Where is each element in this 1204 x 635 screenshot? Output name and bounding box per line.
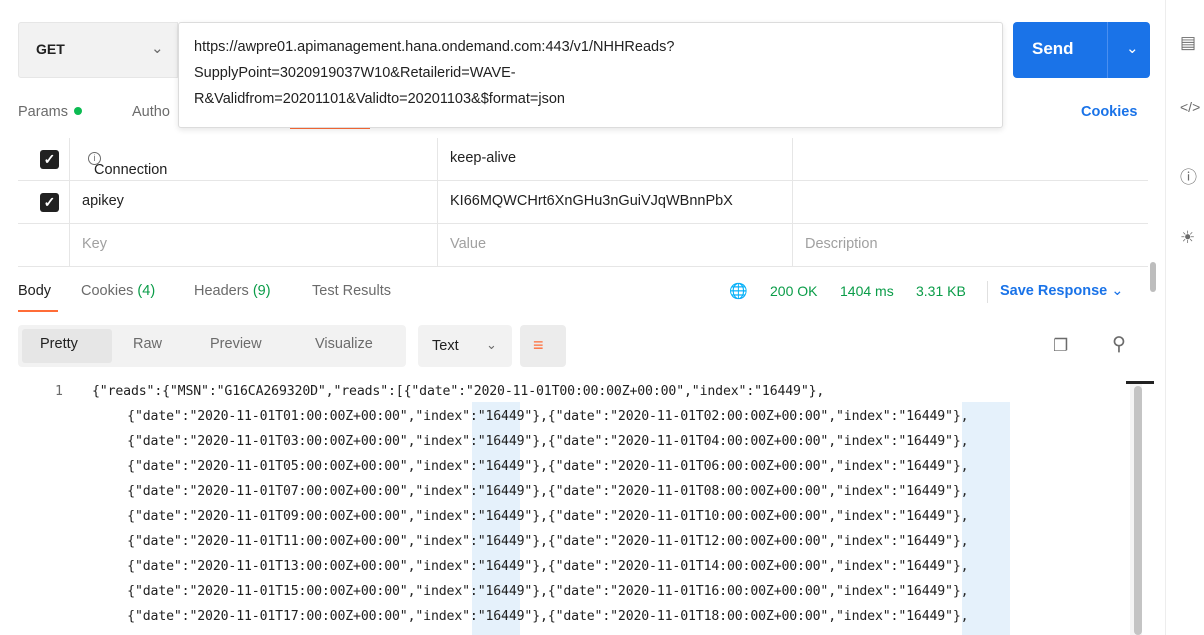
cookies-link[interactable]: Cookies [1081, 104, 1137, 120]
tab-cookies-label: Cookies [81, 283, 134, 299]
header-key: Connection [94, 162, 168, 178]
mode-pretty[interactable]: Pretty [40, 336, 78, 352]
tab-test-results[interactable]: Test Results [312, 283, 391, 299]
cookies-count: (4) [137, 283, 156, 299]
key-cell[interactable]: Connection i [70, 138, 438, 181]
response-body[interactable]: 1 {"reads":{"MSN":"G16CA269320D","reads"… [18, 380, 1138, 635]
format-label: Text [432, 338, 459, 354]
chevron-down-icon: ⌄ [486, 337, 497, 352]
tab-test-results-label: Test Results [312, 283, 391, 299]
response-tabs: Body Cookies (4) Headers (9) Test Result… [18, 281, 1148, 313]
checkbox-cell [18, 224, 70, 267]
tab-cookies[interactable]: Cookies (4) [81, 283, 155, 299]
network-icon[interactable]: 🌐 [729, 282, 748, 300]
code-line: {"date":"2020-11-01T13:00:00Z+00:00","in… [96, 559, 969, 574]
format-select[interactable]: Text ⌄ [418, 325, 512, 367]
code-line: {"date":"2020-11-01T07:00:00Z+00:00","in… [96, 484, 969, 499]
send-divider [1107, 22, 1108, 78]
line-number: 1 [55, 384, 63, 399]
tab-headers-label: Headers [194, 283, 249, 299]
code-line: {"date":"2020-11-01T09:00:00Z+00:00","in… [96, 509, 969, 524]
value-placeholder: Value [450, 236, 487, 252]
scrollbar-thumb[interactable] [1134, 386, 1142, 635]
headers-scrollbar[interactable] [1150, 262, 1156, 292]
chevron-down-icon[interactable]: ⌄ [1126, 39, 1139, 57]
code-line: {"date":"2020-11-01T03:00:00Z+00:00","in… [96, 434, 969, 449]
value-cell[interactable]: keep-alive [438, 138, 793, 181]
save-response-label: Save Response [1000, 283, 1108, 299]
chevron-down-icon: ⌄ [1111, 283, 1124, 299]
response-size[interactable]: 3.31 KB [916, 283, 966, 299]
code-line: {"date":"2020-11-01T15:00:00Z+00:00","in… [96, 584, 969, 599]
selection-highlight [962, 402, 1010, 635]
lightbulb-icon[interactable]: ☀ [1180, 228, 1195, 248]
checkbox-cell: ✓ [18, 138, 70, 181]
tab-authorization[interactable]: Autho [132, 104, 170, 120]
document-icon[interactable]: ▤ [1180, 33, 1196, 53]
description-cell[interactable] [793, 138, 1148, 181]
description-input[interactable]: Description [793, 224, 1148, 267]
tab-headers[interactable]: Headers (9) [194, 283, 271, 299]
mode-raw[interactable]: Raw [133, 336, 162, 352]
info-icon[interactable]: ⓘ [1180, 163, 1197, 188]
active-dot-icon [73, 107, 82, 115]
view-mode-bar: Pretty Raw Preview Visualize [18, 325, 406, 367]
method-select[interactable]: GET ⌄ [18, 22, 178, 78]
save-response-button[interactable]: Save Response ⌄ [1000, 283, 1123, 299]
header-key: apikey [82, 193, 124, 209]
header-value: keep-alive [450, 150, 517, 166]
description-placeholder: Description [805, 236, 878, 252]
send-button[interactable]: Send ⌄ [1013, 22, 1150, 78]
right-sidebar: ▤ </> ⓘ ☀ [1165, 0, 1204, 635]
tab-params-label: Params [18, 104, 68, 120]
key-placeholder: Key [82, 236, 107, 252]
mode-preview[interactable]: Preview [210, 336, 262, 352]
checkbox[interactable]: ✓ [40, 193, 59, 212]
description-cell[interactable] [793, 181, 1148, 224]
table-row-new: Key Value Description [18, 224, 1148, 267]
tab-body-label: Body [18, 283, 52, 299]
url-line: https://awpre01.apimanagement.hana.ondem… [194, 39, 675, 55]
code-line: {"date":"2020-11-01T11:00:00Z+00:00","in… [96, 534, 969, 549]
chevron-down-icon: ⌄ [151, 40, 164, 57]
code-line: {"date":"2020-11-01T05:00:00Z+00:00","in… [96, 459, 969, 474]
tab-body[interactable]: Body [18, 283, 51, 299]
code-icon[interactable]: </> [1180, 99, 1200, 115]
code-line: {"reads":{"MSN":"G16CA269320D","reads":[… [92, 384, 825, 399]
url-line: SupplyPoint=3020919037W10&Retailerid=WAV… [194, 65, 516, 81]
scrollbar-cap [1126, 381, 1154, 384]
url-line: R&Validfrom=20201101&Validto=20201103&$f… [194, 91, 565, 107]
response-time[interactable]: 1404 ms [840, 283, 894, 299]
send-label: Send [1032, 39, 1074, 58]
checkbox-cell: ✓ [18, 181, 70, 224]
divider [987, 281, 988, 303]
value-cell[interactable]: KI66MQWCHrt6XnGHu3nGuiVJqWBnnPbX [438, 181, 793, 224]
headers-count: (9) [252, 283, 271, 299]
active-tab-indicator [18, 310, 58, 312]
method-label: GET [36, 41, 65, 57]
tab-authorization-label: Autho [132, 104, 170, 120]
url-input[interactable]: https://awpre01.apimanagement.hana.ondem… [178, 22, 1003, 128]
wrap-lines-button[interactable]: ≡ [520, 325, 566, 367]
table-row: ✓ apikey KI66MQWCHrt6XnGHu3nGuiVJqWBnnPb… [18, 181, 1148, 224]
code-line: {"date":"2020-11-01T01:00:00Z+00:00","in… [96, 409, 969, 424]
key-cell[interactable]: apikey [70, 181, 438, 224]
tab-params[interactable]: Params [18, 104, 82, 120]
header-value: KI66MQWCHrt6XnGHu3nGuiVJqWBnnPbX [450, 193, 733, 209]
value-input[interactable]: Value [438, 224, 793, 267]
checkbox[interactable]: ✓ [40, 150, 59, 169]
wrap-icon: ≡ [533, 335, 544, 355]
code-line: {"date":"2020-11-01T17:00:00Z+00:00","in… [96, 609, 969, 624]
key-input[interactable]: Key [70, 224, 438, 267]
mode-visualize[interactable]: Visualize [315, 336, 373, 352]
search-icon[interactable]: ⚲ [1112, 333, 1126, 356]
copy-icon[interactable]: ❐ [1053, 336, 1068, 356]
table-row: ✓ Connection i keep-alive [18, 138, 1148, 181]
status-code[interactable]: 200 OK [770, 283, 817, 299]
